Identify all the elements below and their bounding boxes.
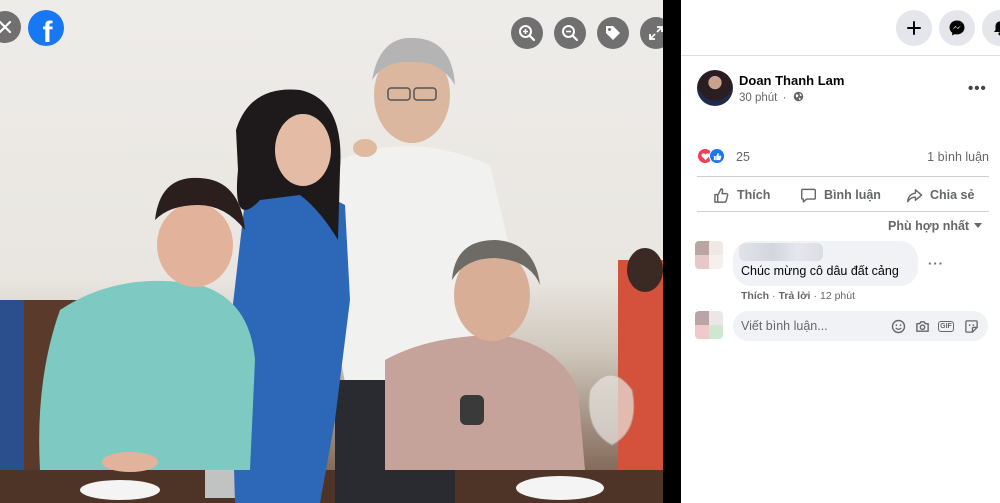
tag-button[interactable] — [597, 17, 629, 49]
top-bar — [681, 0, 1000, 56]
comment-label: Bình luận — [824, 188, 881, 202]
zoom-out-icon — [562, 25, 579, 42]
comment-count[interactable]: 1 bình luận — [927, 150, 989, 164]
comment-sort-dropdown[interactable]: Phù hợp nhất — [888, 219, 983, 233]
sort-label: Phù hợp nhất — [888, 219, 970, 233]
comment-button[interactable]: Bình luận — [800, 185, 881, 205]
thumbs-up-icon — [713, 152, 721, 160]
post-options-button[interactable]: ••• — [968, 80, 987, 97]
camera-icon — [915, 320, 929, 332]
emoji-button[interactable] — [890, 318, 906, 334]
share-label: Chia sẻ — [930, 188, 975, 202]
share-button[interactable]: Chia sẻ — [906, 185, 974, 205]
comment-input-placeholder: Viết bình luận... — [741, 319, 828, 333]
author-name[interactable]: Doan Thanh Lam — [739, 73, 844, 88]
reaction-summary: 25 1 bình luận — [697, 148, 989, 166]
viewer-divider — [663, 0, 681, 503]
share-icon — [906, 188, 923, 202]
author-avatar[interactable] — [697, 70, 733, 106]
messenger-icon — [949, 20, 965, 36]
comment-reply-link[interactable]: Trả lời — [779, 290, 811, 302]
caret-down-icon — [974, 223, 983, 228]
emoji-icon — [891, 319, 905, 333]
like-label: Thích — [737, 188, 771, 202]
current-user-avatar — [695, 311, 723, 339]
reaction-count[interactable]: 25 — [736, 150, 750, 164]
tag-icon — [606, 26, 620, 40]
commenter-name-blurred — [739, 243, 823, 261]
comment-input[interactable]: Viết bình luận... GIF — [733, 311, 988, 341]
photo-button[interactable] — [914, 318, 930, 334]
comment-text: Chúc mừng cô dâu đất cảng — [741, 264, 899, 278]
gif-icon: GIF — [938, 320, 954, 332]
group-photo — [0, 37, 663, 503]
post-time[interactable]: 30 phút — [739, 92, 777, 104]
like-reaction-icon[interactable] — [709, 148, 725, 164]
zoom-in-button[interactable] — [511, 17, 543, 49]
comment-time[interactable]: 12 phút — [820, 290, 855, 302]
sticker-button[interactable] — [963, 318, 979, 334]
zoom-out-button[interactable] — [554, 17, 586, 49]
create-button[interactable] — [896, 10, 932, 46]
globe-icon — [793, 91, 803, 102]
facebook-logo[interactable]: f — [28, 10, 64, 46]
post-panel: Doan Thanh Lam 30 phút · ••• 25 1 bình l… — [681, 0, 1000, 503]
sticker-icon — [964, 319, 978, 333]
commenter-avatar[interactable] — [695, 241, 723, 269]
photo-viewer: f — [0, 0, 663, 503]
like-button[interactable]: Thích — [713, 185, 770, 205]
messenger-button[interactable] — [939, 10, 975, 46]
comment-icon — [800, 188, 817, 203]
close-icon — [0, 20, 12, 34]
facebook-logo-letter: f — [42, 15, 53, 47]
gif-button[interactable]: GIF — [938, 318, 954, 334]
comment-bubble: Chúc mừng cô dâu đất cảng — [733, 241, 918, 286]
notifications-button[interactable] — [982, 10, 1000, 46]
post-actions: Thích Bình luận Chia sẻ — [697, 176, 989, 212]
post-meta: 30 phút · — [739, 91, 804, 104]
comment-like-link[interactable]: Thích — [741, 290, 769, 302]
zoom-in-icon — [519, 25, 536, 42]
plus-icon — [907, 21, 921, 35]
post-author: Doan Thanh Lam 30 phút · ••• — [697, 70, 987, 110]
bell-icon — [994, 21, 1000, 36]
comment-meta: Thích · Trả lời · 12 phút — [741, 290, 856, 302]
expand-icon — [649, 26, 663, 40]
comment-options-button[interactable]: ··· — [928, 256, 944, 271]
like-icon — [714, 187, 729, 203]
